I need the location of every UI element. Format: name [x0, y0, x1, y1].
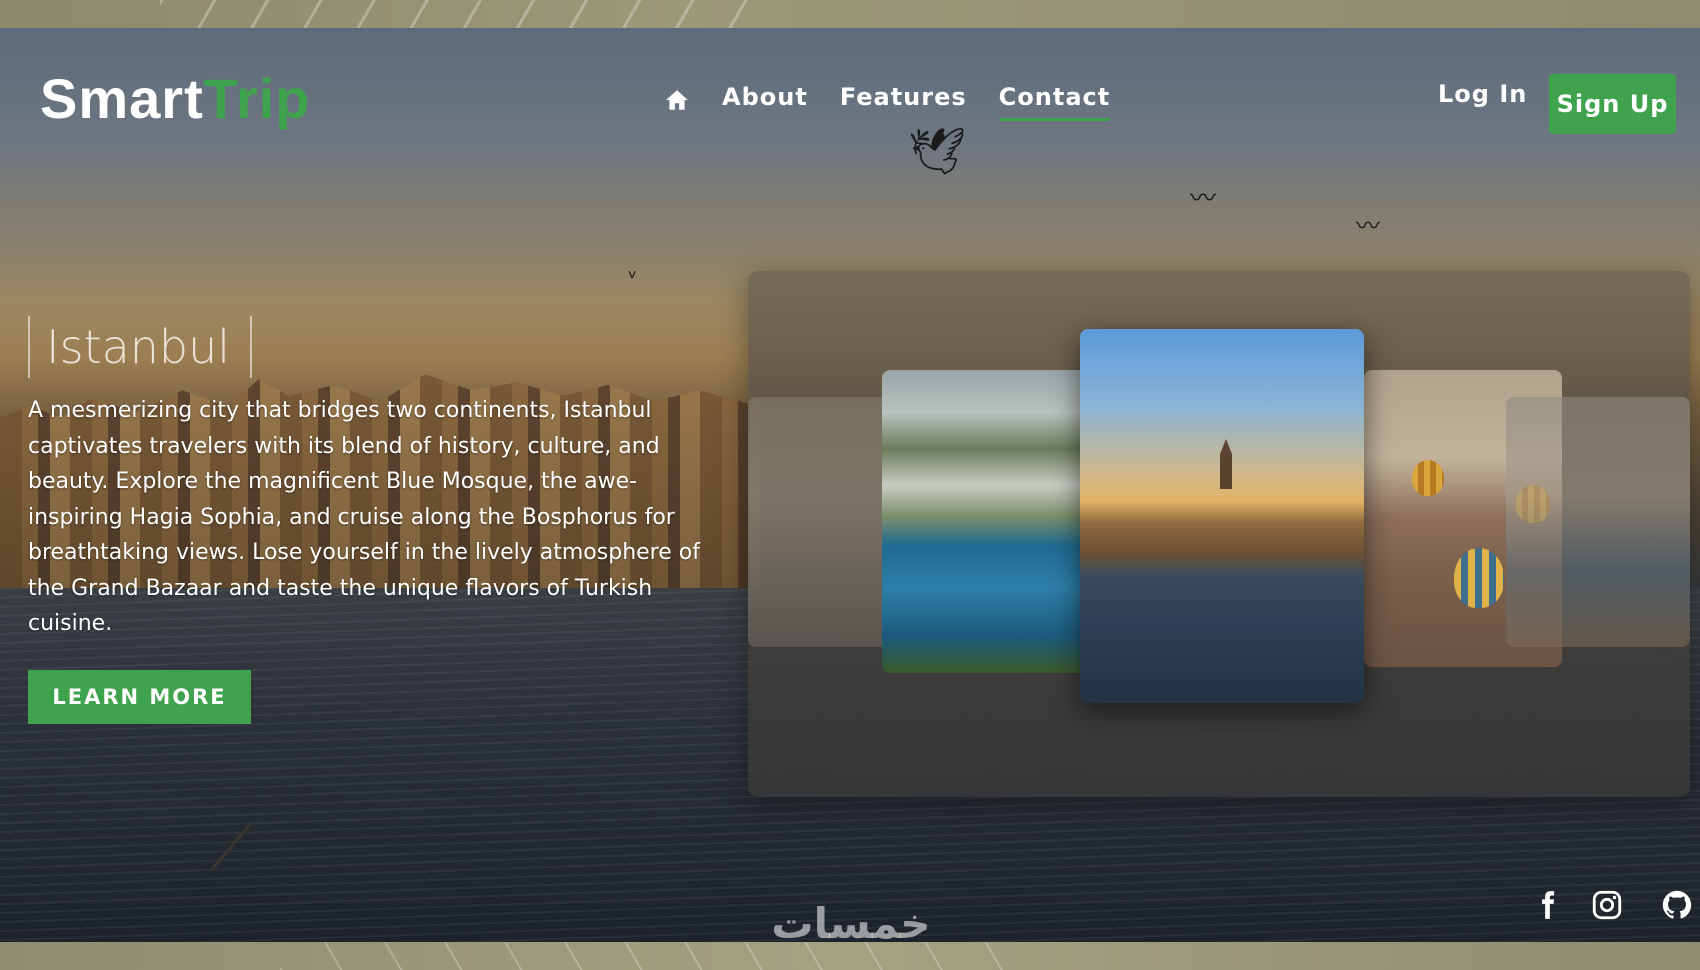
learn-more-button[interactable]: LEARN MORE [28, 670, 251, 724]
destination-carousel [748, 271, 1690, 797]
brand-logo[interactable]: SmartTrip [40, 66, 310, 131]
carousel-slide-coast[interactable] [882, 370, 1094, 673]
instagram-icon[interactable] [1590, 888, 1624, 922]
bird-icon: ᵛ [628, 266, 638, 291]
carousel-slide-active[interactable] [1080, 329, 1364, 703]
nav-about[interactable]: About [722, 83, 808, 117]
watermark-text: خمسات [771, 899, 931, 948]
galata-tower-shape [1220, 439, 1232, 489]
github-icon[interactable] [1660, 888, 1694, 922]
home-icon-svg [666, 90, 688, 110]
bird-icon: ⟋ [210, 813, 252, 883]
balloon-shape [1454, 548, 1504, 608]
nav-contact[interactable]: Contact [998, 83, 1111, 121]
bird-icon: 🕊 [908, 124, 967, 178]
bird-icon: 〰 [1356, 212, 1380, 240]
bird-icon: 〰 [1190, 184, 1217, 214]
hero-section: 🕊 〰 〰 ᵛ ⟋ SmartTrip About Features Conta… [0, 28, 1700, 942]
top-frame-pattern [160, 0, 780, 28]
brand-logo-part2: Trip [203, 67, 311, 130]
balloon-shape [1412, 460, 1444, 496]
carousel-slide-harbor[interactable] [1506, 397, 1690, 647]
main-nav: About Features Contact [664, 78, 1110, 122]
destination-title: Istanbul [28, 316, 252, 378]
home-icon[interactable] [664, 87, 690, 113]
brand-logo-part1: Smart [40, 67, 204, 130]
nav-features[interactable]: Features [840, 83, 967, 117]
login-link[interactable]: Log In [1438, 80, 1527, 108]
bottom-frame-band [0, 942, 1700, 970]
facebook-icon[interactable] [1530, 888, 1564, 922]
destination-description: A mesmerizing city that bridges two cont… [28, 398, 700, 636]
top-frame-band [0, 0, 1700, 28]
signup-button[interactable]: Sign Up [1549, 74, 1676, 134]
bottom-frame-pattern [280, 942, 1040, 970]
